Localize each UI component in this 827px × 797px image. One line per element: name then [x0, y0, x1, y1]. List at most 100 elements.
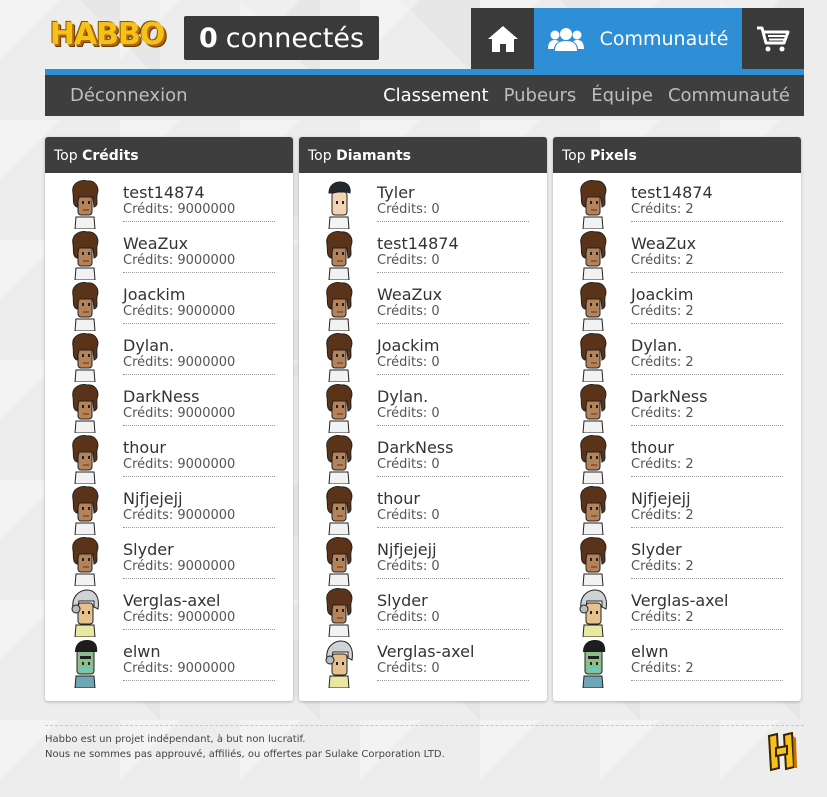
- leaderboard-row[interactable]: Dylan. Crédits: 9000000: [45, 332, 293, 383]
- score-label: Crédits:: [631, 457, 682, 472]
- username[interactable]: Joackim: [631, 285, 693, 304]
- leaderboard-row[interactable]: thour Crédits: 9000000: [45, 434, 293, 485]
- sub-navigation: Déconnexion Classement Pubeurs Équipe Co…: [45, 75, 804, 116]
- score-label: Crédits:: [377, 355, 428, 370]
- leaderboard-row[interactable]: thour Crédits: 2: [553, 434, 801, 485]
- username[interactable]: Njfjejejj: [123, 489, 183, 508]
- username[interactable]: thour: [631, 438, 674, 457]
- user-score: Crédits: 9000000: [123, 202, 235, 217]
- row-divider: [631, 578, 783, 579]
- username[interactable]: thour: [377, 489, 420, 508]
- username[interactable]: WeaZux: [123, 234, 188, 253]
- leaderboard-row[interactable]: Slyder Crédits: 0: [299, 587, 547, 638]
- username[interactable]: thour: [123, 438, 166, 457]
- leaderboard-row[interactable]: DarkNess Crédits: 0: [299, 434, 547, 485]
- username[interactable]: Njfjejejj: [377, 540, 437, 559]
- username[interactable]: test14874: [377, 234, 459, 253]
- username[interactable]: Dylan.: [123, 336, 174, 355]
- leaderboard-row[interactable]: WeaZux Crédits: 2: [553, 230, 801, 281]
- avatar-icon: [325, 640, 353, 688]
- subnav-links: Classement Pubeurs Équipe Communauté: [383, 75, 790, 116]
- username[interactable]: Dylan.: [377, 387, 428, 406]
- leaderboard-row[interactable]: thour Crédits: 0: [299, 485, 547, 536]
- avatar-icon: [72, 282, 99, 331]
- username[interactable]: Njfjejejj: [631, 489, 691, 508]
- panel-title-prefix: Top: [308, 148, 332, 164]
- nav-link-communaute[interactable]: Communauté: [668, 75, 790, 116]
- score-label: Crédits:: [377, 457, 428, 472]
- leaderboard-row[interactable]: Njfjejejj Crédits: 0: [299, 536, 547, 587]
- leaderboard-row[interactable]: Njfjejejj Crédits: 9000000: [45, 485, 293, 536]
- username[interactable]: test14874: [631, 183, 713, 202]
- leaderboard-row[interactable]: Tyler Crédits: 0: [299, 179, 547, 230]
- username[interactable]: WeaZux: [377, 285, 442, 304]
- leaderboard-row[interactable]: Joackim Crédits: 9000000: [45, 281, 293, 332]
- username[interactable]: DarkNess: [123, 387, 199, 406]
- home-button[interactable]: [471, 8, 534, 69]
- username[interactable]: test14874: [123, 183, 205, 202]
- score-label: Crédits:: [631, 304, 682, 319]
- avatar-icon: [72, 435, 99, 484]
- username[interactable]: WeaZux: [631, 234, 696, 253]
- leaderboard-row[interactable]: Joackim Crédits: 2: [553, 281, 801, 332]
- username[interactable]: elwn: [123, 642, 161, 661]
- cart-button[interactable]: [742, 8, 804, 69]
- leaderboard-row[interactable]: DarkNess Crédits: 9000000: [45, 383, 293, 434]
- score-value: 2: [685, 457, 694, 472]
- score-label: Crédits:: [377, 559, 428, 574]
- username[interactable]: Slyder: [123, 540, 174, 559]
- leaderboard-row[interactable]: test14874 Crédits: 9000000: [45, 179, 293, 230]
- leaderboard-row[interactable]: elwn Crédits: 9000000: [45, 638, 293, 689]
- username[interactable]: DarkNess: [631, 387, 707, 406]
- nav-link-pubeurs[interactable]: Pubeurs: [504, 75, 577, 116]
- score-label: Crédits:: [123, 355, 174, 370]
- username[interactable]: Slyder: [631, 540, 682, 559]
- leaderboard-row[interactable]: WeaZux Crédits: 9000000: [45, 230, 293, 281]
- leaderboard-row[interactable]: Slyder Crédits: 9000000: [45, 536, 293, 587]
- leaderboard-row[interactable]: Slyder Crédits: 2: [553, 536, 801, 587]
- leaderboard-row[interactable]: test14874 Crédits: 2: [553, 179, 801, 230]
- username[interactable]: Verglas-axel: [123, 591, 220, 610]
- username[interactable]: Joackim: [123, 285, 185, 304]
- leaderboard-row[interactable]: Joackim Crédits: 0: [299, 332, 547, 383]
- community-button[interactable]: Communauté: [534, 8, 742, 69]
- nav-link-classement[interactable]: Classement: [383, 75, 489, 116]
- logout-link[interactable]: Déconnexion: [70, 75, 188, 116]
- avatar-icon: [580, 282, 607, 331]
- username[interactable]: elwn: [631, 642, 669, 661]
- leaderboard-row[interactable]: Dylan. Crédits: 2: [553, 332, 801, 383]
- leaderboard-row[interactable]: Verglas-axel Crédits: 0: [299, 638, 547, 689]
- habbo-logo[interactable]: HABBO: [50, 14, 166, 54]
- score-value: 0: [431, 508, 440, 523]
- leaderboard-row[interactable]: WeaZux Crédits: 0: [299, 281, 547, 332]
- score-label: Crédits:: [123, 253, 174, 268]
- username[interactable]: DarkNess: [377, 438, 453, 457]
- home-icon: [487, 25, 518, 52]
- leaderboard-row[interactable]: DarkNess Crédits: 2: [553, 383, 801, 434]
- leaderboard-row[interactable]: Dylan. Crédits: 0: [299, 383, 547, 434]
- score-label: Crédits:: [377, 304, 428, 319]
- username[interactable]: Verglas-axel: [631, 591, 728, 610]
- username[interactable]: Slyder: [377, 591, 428, 610]
- score-value: 2: [685, 559, 694, 574]
- online-counter: 0 connectés: [184, 16, 379, 60]
- user-score: Crédits: 9000000: [123, 355, 235, 370]
- leaderboard-row[interactable]: Verglas-axel Crédits: 9000000: [45, 587, 293, 638]
- user-score: Crédits: 2: [631, 457, 694, 472]
- leaderboard-row[interactable]: Verglas-axel Crédits: 2: [553, 587, 801, 638]
- score-value: 9000000: [177, 508, 236, 523]
- score-label: Crédits:: [377, 406, 428, 421]
- nav-link-equipe[interactable]: Équipe: [591, 75, 653, 116]
- habbo-h-logo-icon[interactable]: [765, 732, 797, 772]
- avatar-icon: [326, 588, 353, 637]
- leaderboard-row[interactable]: Njfjejejj Crédits: 2: [553, 485, 801, 536]
- leaderboard-row[interactable]: elwn Crédits: 2: [553, 638, 801, 689]
- score-label: Crédits:: [123, 661, 174, 676]
- username[interactable]: Dylan.: [631, 336, 682, 355]
- username[interactable]: Tyler: [377, 183, 415, 202]
- score-value: 2: [685, 508, 694, 523]
- panel-title-prefix: Top: [54, 148, 78, 164]
- leaderboard-row[interactable]: test14874 Crédits: 0: [299, 230, 547, 281]
- username[interactable]: Verglas-axel: [377, 642, 474, 661]
- username[interactable]: Joackim: [377, 336, 439, 355]
